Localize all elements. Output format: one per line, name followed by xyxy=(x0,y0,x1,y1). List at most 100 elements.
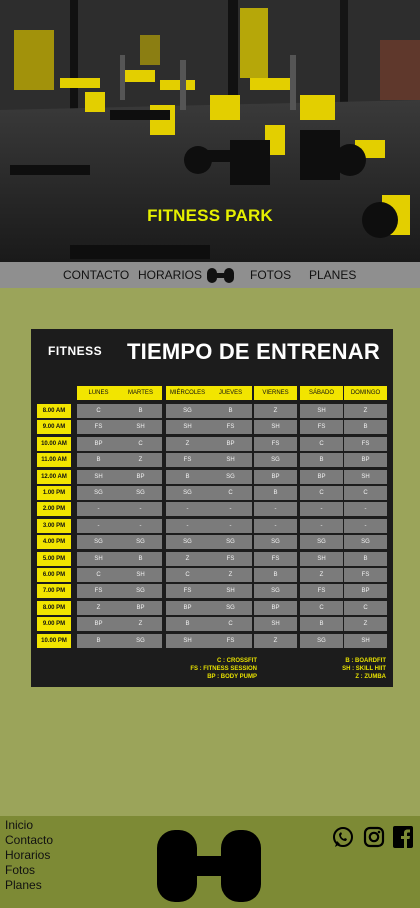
day-header: LUNES xyxy=(77,386,120,400)
day-header: SÁBADO xyxy=(300,386,343,400)
dumbbell-icon xyxy=(157,830,261,907)
schedule-cell: SG xyxy=(77,535,120,550)
footer-links: Inicio Contacto Horarios Fotos Planes xyxy=(5,818,53,893)
legend-entry: FS : FITNESS SESSION xyxy=(190,666,257,672)
time-label: 1.00 PM xyxy=(37,486,71,500)
schedule-title: TIEMPO DE ENTRENAR xyxy=(127,339,380,364)
schedule-cell: - xyxy=(166,502,209,517)
schedule-cell: B xyxy=(300,453,343,468)
footer-link[interactable]: Fotos xyxy=(5,863,53,878)
time-label: 8.00 AM xyxy=(37,404,71,418)
schedule-cell: Z xyxy=(166,551,209,566)
schedule-cell: BP xyxy=(254,600,297,615)
time-label: 8.00 PM xyxy=(37,600,71,615)
time-label: 6.00 PM xyxy=(37,568,71,582)
schedule-cell: Z xyxy=(119,453,162,468)
schedule-cell: - xyxy=(254,518,297,533)
schedule-cell: Z xyxy=(344,617,387,632)
footer-link[interactable]: Planes xyxy=(5,878,53,893)
schedule-cell: SG xyxy=(209,535,252,550)
footer-link[interactable]: Inicio xyxy=(5,818,53,833)
schedule-cell: SH xyxy=(300,404,343,418)
schedule-brand: FITNESS xyxy=(48,344,103,358)
schedule-cell: B xyxy=(77,453,120,468)
schedule-cell: FS xyxy=(300,420,343,435)
nav-horarios[interactable]: HORARIOS xyxy=(138,268,202,282)
schedule-cell: C xyxy=(209,617,252,632)
schedule-cell: - xyxy=(300,502,343,517)
schedule-cell: BP xyxy=(77,617,120,632)
schedule-cell: B xyxy=(254,486,297,500)
schedule-cell: SG xyxy=(254,584,297,599)
time-label: 10.00 PM xyxy=(37,633,71,648)
top-nav: CONTACTO HORARIOS FOTOS PLANES xyxy=(0,262,420,288)
legend-entry: Z : ZUMBA xyxy=(355,674,386,680)
schedule-cell: B xyxy=(344,551,387,566)
schedule-cell: SH xyxy=(209,584,252,599)
legend-entry: B : BOARDFIT xyxy=(345,658,386,664)
schedule-cell: SH xyxy=(300,551,343,566)
day-header: JUEVES xyxy=(209,386,252,400)
legend-right: B : BOARDFIT SH : SKILL HIIT Z : ZUMBA xyxy=(321,657,386,681)
time-label: 7.00 PM xyxy=(37,584,71,599)
schedule-cell: SH xyxy=(254,617,297,632)
schedule-cell: FS xyxy=(254,436,297,451)
nav-fotos[interactable]: FOTOS xyxy=(250,268,291,282)
schedule-cell: - xyxy=(119,502,162,517)
schedule-cell: - xyxy=(119,518,162,533)
time-label: 9.00 PM xyxy=(37,617,71,632)
time-label: 4.00 PM xyxy=(37,535,71,550)
schedule-cell: BP xyxy=(77,436,120,451)
schedule-cell: - xyxy=(77,502,120,517)
schedule-cell: FS xyxy=(209,633,252,648)
schedule-cell: SG xyxy=(254,535,297,550)
schedule-cell: C xyxy=(300,486,343,500)
schedule-cell: FS xyxy=(77,584,120,599)
schedule-cell: FS xyxy=(344,568,387,582)
nav-contacto[interactable]: CONTACTO xyxy=(63,268,129,282)
schedule-cell: SG xyxy=(300,535,343,550)
schedule-cell: FS xyxy=(166,453,209,468)
schedule-cell: FS xyxy=(209,420,252,435)
footer-link[interactable]: Horarios xyxy=(5,848,53,863)
schedule-cell: Z xyxy=(254,404,297,418)
schedule-cell: C xyxy=(77,568,120,582)
day-header: MARTES xyxy=(119,386,162,400)
instagram-icon[interactable] xyxy=(363,826,385,853)
schedule-cell: SG xyxy=(119,584,162,599)
schedule-cell: - xyxy=(209,518,252,533)
hero-banner: FITNESS PARK xyxy=(0,0,420,262)
dumbbell-icon[interactable] xyxy=(207,267,234,287)
schedule-cell: B xyxy=(254,568,297,582)
nav-planes[interactable]: PLANES xyxy=(309,268,356,282)
time-label: 3.00 PM xyxy=(37,518,71,533)
footer-link[interactable]: Contacto xyxy=(5,833,53,848)
schedule-cell: Z xyxy=(166,436,209,451)
schedule-cell: B xyxy=(209,404,252,418)
schedule-cell: SG xyxy=(119,535,162,550)
schedule-cell: BP xyxy=(119,600,162,615)
schedule-cell: SG xyxy=(166,404,209,418)
schedule-cell: SG xyxy=(166,535,209,550)
day-header: DOMINGO xyxy=(344,386,387,400)
schedule-cell: Z xyxy=(119,617,162,632)
schedule-cell: FS xyxy=(77,420,120,435)
facebook-icon[interactable] xyxy=(393,826,413,853)
legend-entry: BP : BODY PUMP xyxy=(207,674,257,680)
footer: Inicio Contacto Horarios Fotos Planes xyxy=(0,816,420,908)
schedule-cell: SH xyxy=(209,453,252,468)
schedule-cell: - xyxy=(209,502,252,517)
schedule-cell: SG xyxy=(300,633,343,648)
time-label: 10.00 AM xyxy=(37,436,71,451)
schedule-cell: B xyxy=(119,404,162,418)
whatsapp-icon[interactable] xyxy=(332,826,354,853)
schedule-cell: SG xyxy=(209,469,252,484)
schedule-cell: SH xyxy=(344,633,387,648)
schedule-cell: C xyxy=(344,486,387,500)
schedule-cell: FS xyxy=(166,584,209,599)
schedule-cell: FS xyxy=(300,584,343,599)
schedule-cell: BP xyxy=(166,600,209,615)
schedule-cell: - xyxy=(166,518,209,533)
schedule-poster: FITNESS TIEMPO DE ENTRENAR LUNES MARTES MI… xyxy=(31,329,393,687)
schedule-cell: SG xyxy=(77,486,120,500)
